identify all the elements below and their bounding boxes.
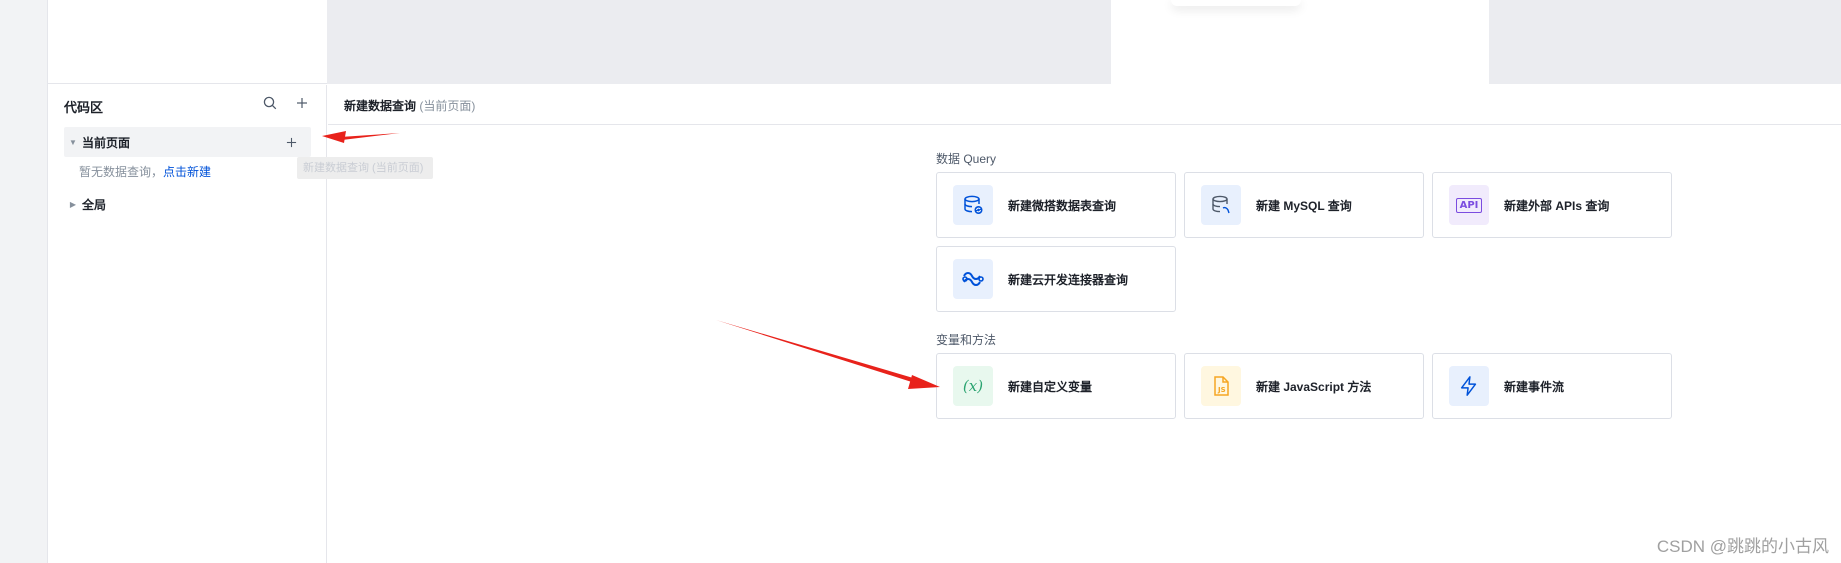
canvas-preview-right [1489,0,1841,84]
section-data-query: 数据 Query [936,152,997,166]
external-api-card[interactable]: API 新建外部 APIs 查询 [1432,172,1672,238]
javascript-method-card[interactable]: JS 新建 JavaScript 方法 [1184,353,1424,419]
canvas-preview-left [327,0,1111,84]
code-panel-actions [260,93,312,113]
card-label: 新建云开发连接器查询 [1008,272,1129,287]
card-label: 新建自定义变量 [1008,379,1093,394]
tree-item-label: 全局 [82,197,107,212]
search-icon[interactable] [260,93,280,113]
caret-right-icon[interactable]: ▶ [64,200,82,209]
page-title-sub: (当前页面) [419,99,476,113]
js-icon-text: JS [1217,386,1226,394]
tree-item-global[interactable]: ▶ 全局 [64,189,311,219]
code-panel-title: 代码区 [64,100,104,115]
card-label: 新建 JavaScript 方法 [1256,379,1372,394]
api-icon: API [1449,185,1489,225]
add-query-icon[interactable] [281,132,301,152]
lightning-icon [1449,366,1489,406]
card-label: 新建外部 APIs 查询 [1504,198,1610,213]
canvas-preview-center [1111,0,1489,84]
card-label: 新建微搭数据表查询 [1008,198,1117,213]
canvas-top-area [48,0,1841,84]
card-label: 新建事件流 [1504,379,1565,394]
add-icon[interactable] [292,93,312,113]
connector-icon [953,259,993,299]
empty-query-hint: 暂无数据查询，点击新建 [79,163,211,180]
variable-icon-text: (x) [962,377,984,395]
tree-item-label: 当前页面 [82,135,131,150]
create-new-link[interactable]: 点击新建 [163,165,211,179]
section-vars-methods: 变量和方法 [936,333,997,347]
canvas-shadow [1171,0,1301,6]
code-panel: 代码区 ▼ 当前页面 暂无数据查询，点击新建 ▶ 全局 [48,85,327,563]
empty-hint-text: 暂无数据查询， [79,165,164,179]
tree-item-current-page[interactable]: ▼ 当前页面 [64,127,311,157]
card-label: 新建 MySQL 查询 [1256,198,1352,213]
tooltip: 新建数据查询 (当前页面) [297,157,433,179]
watermark: CSDN @跳跳的小古风 [1656,537,1829,556]
javascript-file-icon: JS [1201,366,1241,406]
cloud-connector-card[interactable]: 新建云开发连接器查询 [936,246,1176,312]
page-title-main: 新建数据查询 [344,99,417,113]
weida-query-card[interactable]: 新建微搭数据表查询 [936,172,1176,238]
main-header: 新建数据查询 (当前页面) [328,85,1841,125]
mysql-icon [1201,185,1241,225]
arrow-shaft-to-add [340,133,400,140]
arrow-shaft-to-variable [716,320,920,384]
left-activity-bar [0,0,48,563]
custom-variable-card[interactable]: (x) 新建自定义变量 [936,353,1176,419]
variable-icon: (x) [953,366,993,406]
page-title: 新建数据查询 (当前页面) [344,97,475,114]
caret-down-icon[interactable]: ▼ [64,138,82,147]
event-flow-card[interactable]: 新建事件流 [1432,353,1672,419]
api-icon-text: API [1455,197,1483,213]
mysql-query-card[interactable]: 新建 MySQL 查询 [1184,172,1424,238]
database-sync-icon [953,185,993,225]
